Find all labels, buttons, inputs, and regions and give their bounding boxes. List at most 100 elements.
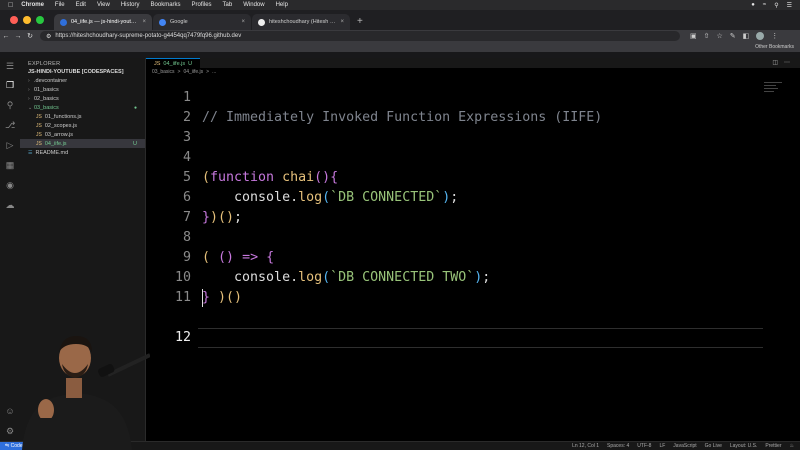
sidepanel-icon[interactable]: ◧ [743,32,750,40]
menu-history[interactable]: History [121,2,140,8]
site-info-icon[interactable]: ⚙ [46,33,51,40]
code-line-10[interactable]: 10 } )() [146,248,800,305]
tree-folder-02-basics[interactable]: › 02_basics [20,94,145,103]
close-window-icon[interactable] [10,16,18,24]
new-tab-icon[interactable]: + [351,16,369,30]
editor-tab-label: 04_iife.js [163,60,186,67]
breadcrumb-symbol[interactable]: ... [212,69,216,75]
extensions-icon[interactable]: ✎ [730,32,736,40]
code-line-12[interactable]: 12 [146,288,800,348]
more-actions-icon[interactable]: ⋯ [784,59,790,66]
code-line-7[interactable]: 7 [146,188,800,225]
browser-toolbar: ← → ↻ ⚙ https://hiteshchoudhary-supreme-… [0,30,800,42]
run-debug-icon[interactable]: ▷ [5,140,15,150]
record-icon[interactable]: ● [751,2,755,8]
tree-file-01-functions[interactable]: JS 01_functions.js [20,112,145,121]
tree-folder-devcontainer[interactable]: › .devcontainer [20,76,145,85]
tree-file-readme[interactable]: ☰ README.md [20,148,145,157]
forward-icon[interactable]: → [12,33,24,40]
apple-icon[interactable]:  [8,2,13,9]
notifications-bell-icon[interactable]: ♨ [790,443,794,449]
other-bookmarks[interactable]: Other Bookmarks [755,44,794,50]
tree-file-02-scopes[interactable]: JS 02_scopes.js [20,121,145,130]
tree-file-03-arrow[interactable]: JS 03_arrow.js [20,130,145,139]
tree-label: 01_functions.js [44,113,82,120]
workspace-root[interactable]: JS-HINDI-YOUTUBE [CODESPACES] [20,68,145,76]
close-tab-icon[interactable]: × [340,19,344,25]
control-center-icon[interactable]: ☰ [787,2,792,9]
line-ending[interactable]: LF [659,443,665,449]
encoding[interactable]: UTF-8 [637,443,651,449]
cursor-position[interactable]: Ln 12, Col 1 [572,443,599,449]
address-bar[interactable]: ⚙ https://hiteshchoudhary-supreme-potato… [40,31,680,41]
breadcrumb-file[interactable]: 04_iife.js [183,69,203,75]
install-app-icon[interactable]: ▣ [690,32,697,40]
menu-hamburger-icon[interactable]: ☰ [5,61,15,71]
docker-icon[interactable]: ☁ [5,200,15,210]
presenter-arm [40,418,52,438]
keyboard-layout[interactable]: Layout: U.S. [730,443,758,449]
share-icon[interactable]: ⇧ [704,32,710,40]
reload-icon[interactable]: ↻ [24,32,36,40]
browser-tab-google[interactable]: Google × [153,14,251,30]
tree-folder-03-basics[interactable]: ⌄ 03_basics ● [20,103,145,112]
editor-tab-04-iife[interactable]: JS 04_iife.js U [146,58,201,68]
js-file-icon: JS [36,113,42,120]
code-line-9[interactable]: 9 console.log(`DB CONNECTED TWO`); [146,228,800,285]
webcam-overlay [0,330,150,450]
untracked-badge: U [133,140,137,147]
go-live-button[interactable]: Go Live [705,443,722,449]
search-icon[interactable]: ⚲ [5,100,15,110]
text-cursor [202,289,203,307]
google-favicon-icon [159,18,166,26]
language-mode[interactable]: JavaScript [673,443,696,449]
back-icon[interactable]: ← [0,33,12,40]
github-icon[interactable]: ◉ [5,180,15,190]
tree-label: 02_basics [34,95,59,102]
breadcrumb-separator: > [206,69,210,75]
presenter-image [22,336,150,450]
browser-tab-github[interactable]: hiteshchoudhary (Hitesh Cho × [252,14,350,30]
extensions-icon[interactable]: ▦ [5,160,15,170]
prettier-status[interactable]: Prettier [765,443,781,449]
menu-help[interactable]: Help [276,2,288,8]
js-file-icon: JS [36,122,42,129]
menu-profiles[interactable]: Profiles [192,2,212,8]
menu-kebab-icon[interactable]: ⋮ [771,32,778,40]
search-icon[interactable]: ⚲ [774,2,778,9]
source-control-icon[interactable]: ⎇ [5,120,15,130]
close-tab-icon[interactable]: × [142,19,146,25]
profile-avatar[interactable] [756,32,765,40]
menu-edit[interactable]: Edit [76,2,86,8]
code-line-6[interactable]: 6 })(); [146,168,800,225]
wifi-icon[interactable]: ≈ [763,2,766,8]
code-line-11[interactable]: 11 [146,268,800,305]
minimize-window-icon[interactable] [23,16,31,24]
code-line-5[interactable]: 5 console.log(`DB CONNECTED`); [146,148,800,205]
browser-tab-vscode[interactable]: 04_iife.js — js-hindi-youtube [ × [54,14,152,30]
code-line-2[interactable]: 2 [146,88,800,125]
code-line-4[interactable]: 4 (function chai(){ [146,128,800,185]
explorer-icon[interactable]: ❐ [5,80,15,90]
menu-window[interactable]: Window [243,2,264,8]
tree-folder-01-basics[interactable]: › 01_basics [20,85,145,94]
menu-view[interactable]: View [97,2,110,8]
code-editor[interactable]: 1 // Immediately Invoked Function Expres… [146,76,800,441]
close-tab-icon[interactable]: × [241,19,245,25]
code-line-8[interactable]: 8 ( () => { [146,208,800,265]
menu-app-chrome[interactable]: Chrome [21,2,44,8]
code-line-1[interactable]: 1 // Immediately Invoked Function Expres… [146,76,800,125]
menu-file[interactable]: File [55,2,65,8]
split-editor-icon[interactable]: ◫ [772,59,778,66]
url-text: https://hiteshchoudhary-supreme-potato-g… [55,33,242,39]
markdown-file-icon: ☰ [28,149,33,156]
code-line-3[interactable]: 3 [146,108,800,145]
tree-file-04-iife[interactable]: JS 04_iife.js U [20,139,145,148]
bookmarks-bar: Other Bookmarks [0,42,800,52]
indentation[interactable]: Spaces: 4 [607,443,629,449]
menu-tab[interactable]: Tab [223,2,233,8]
zoom-window-icon[interactable] [36,16,44,24]
menu-bookmarks[interactable]: Bookmarks [151,2,181,8]
breadcrumb-folder[interactable]: 03_basics [152,69,175,75]
bookmark-star-icon[interactable]: ☆ [717,32,723,40]
